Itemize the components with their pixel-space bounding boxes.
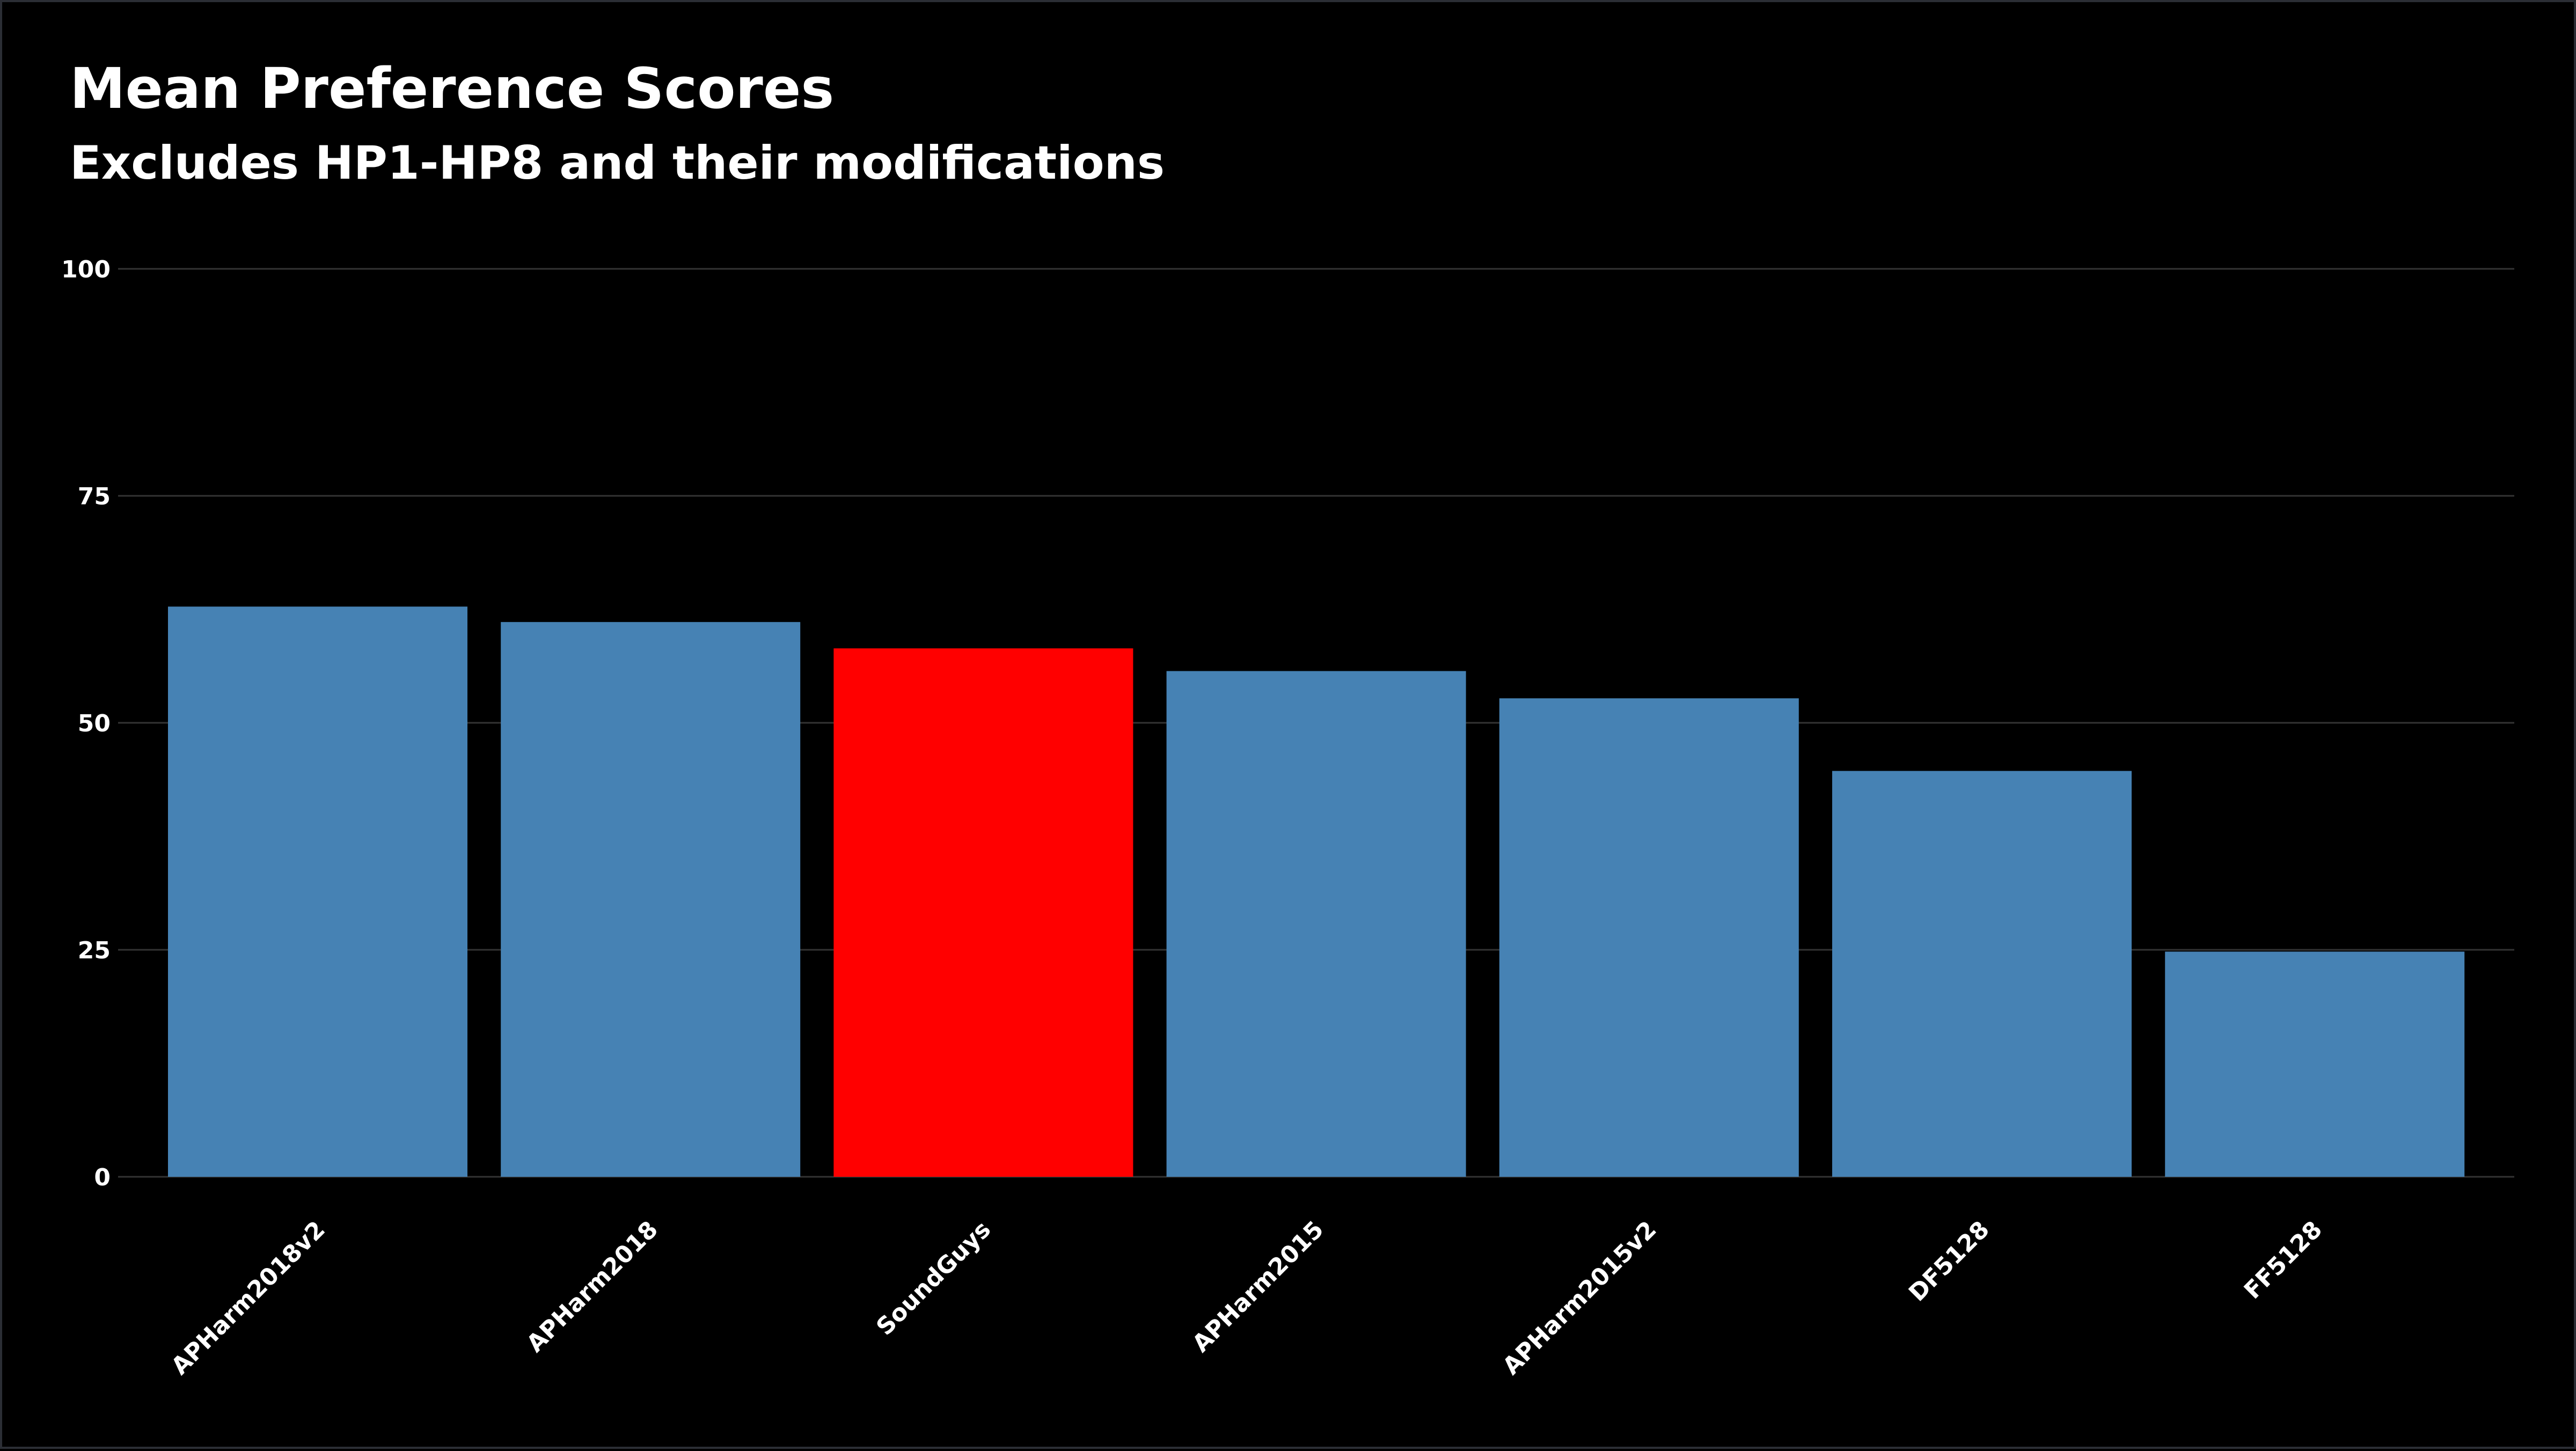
bars <box>168 606 2465 1177</box>
x-tick-label: APHarm2018v2 <box>166 1216 331 1380</box>
y-tick-label: 50 <box>78 710 111 737</box>
bar-apharm2018v2 <box>168 606 467 1177</box>
y-tick-label: 100 <box>61 256 111 283</box>
x-tick-label: APHarm2015 <box>1187 1216 1329 1358</box>
x-tick-label: APHarm2015v2 <box>1497 1216 1662 1380</box>
bar-apharm2015 <box>1166 671 1466 1177</box>
chart-title: Mean Preference Scores <box>70 56 834 121</box>
bar-apharm2018 <box>501 622 801 1177</box>
bar-apharm2015v2 <box>1499 698 1799 1177</box>
x-tick-label: SoundGuys <box>871 1216 996 1341</box>
bar-df5128 <box>1832 771 2132 1177</box>
y-tick-label: 0 <box>94 1164 111 1191</box>
x-tick-label: FF5128 <box>2239 1216 2328 1305</box>
bar-chart: Mean Preference Scores Excludes HP1-HP8 … <box>61 56 2514 1380</box>
chart-subtitle: Excludes HP1-HP8 and their modifications <box>70 136 1165 190</box>
x-tick-label: APHarm2018 <box>522 1216 663 1358</box>
bar-ff5128 <box>2165 951 2465 1177</box>
bar-soundguys <box>833 648 1133 1177</box>
chart-frame: Mean Preference Scores Excludes HP1-HP8 … <box>0 0 2576 1449</box>
x-axis-labels: APHarm2018v2 APHarm2018 SoundGuys APHarm201… <box>166 1216 2328 1380</box>
y-tick-label: 25 <box>78 937 111 964</box>
y-tick-label: 75 <box>78 483 111 510</box>
y-axis-ticks: 0 25 50 75 100 <box>61 256 111 1191</box>
x-tick-label: DF5128 <box>1904 1216 1995 1307</box>
